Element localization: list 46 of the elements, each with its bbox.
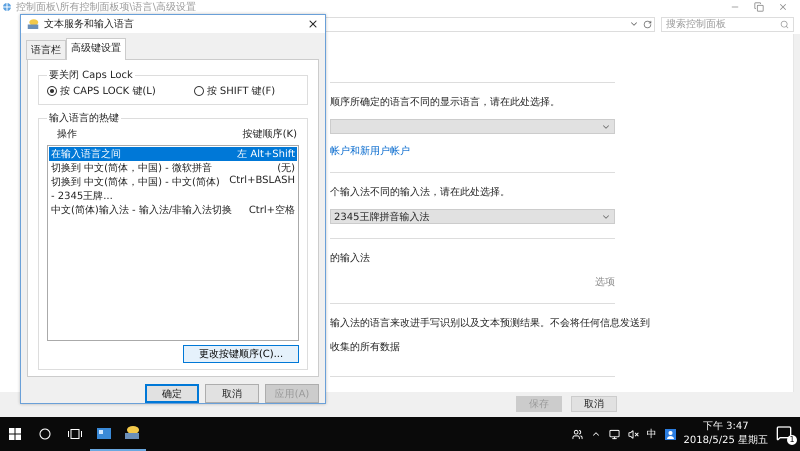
refresh-icon[interactable]: [643, 20, 652, 28]
group-title: 输入语言的热键: [48, 112, 120, 125]
change-key-sequence-button[interactable]: 更改按键顺序(C)...: [183, 345, 299, 363]
column-header: 操作: [57, 128, 77, 141]
network-icon[interactable]: [608, 428, 620, 440]
task-view-icon: [68, 429, 82, 439]
user-app-icon[interactable]: [664, 428, 676, 440]
dialog-button[interactable]: 取消: [205, 384, 259, 403]
setting-text: 个输入法不同的输入法，请在此处选择。: [330, 186, 510, 199]
group-title: 要关闭 Caps Lock: [48, 68, 134, 82]
radio-option[interactable]: 按 CAPS LOCK 键(L): [47, 84, 156, 98]
hotkey-row[interactable]: 切换到 中文(简体，中国) - 中文(简体) - 2345王牌... Ctrl+BSLASH: [49, 175, 297, 203]
setting-text: 输入法的语言来改进手写识别以及文本预测结果。不会将任何信息发送到: [330, 316, 650, 330]
ime-indicator[interactable]: 中: [646, 427, 657, 441]
radio-dot[interactable]: [47, 86, 57, 96]
windows-logo-icon: [9, 428, 21, 440]
notification-center[interactable]: 1: [776, 425, 794, 443]
radio-option[interactable]: 按 SHIFT 键(F): [194, 84, 276, 98]
tab[interactable]: 语言栏: [26, 40, 66, 60]
dropdown[interactable]: 2345王牌拼音输入法: [330, 209, 615, 224]
keyboard-bubble-icon: [27, 18, 39, 30]
hotkey-row[interactable]: 中文(简体)输入法 - 输入法/非输入法切换 Ctrl+空格: [49, 203, 297, 217]
volume-muted-icon[interactable]: [628, 428, 639, 440]
options-link[interactable]: 选项: [595, 275, 615, 289]
setting-text: 的输入法: [330, 252, 370, 265]
restore-icon[interactable]: [754, 2, 764, 12]
hotkey-row[interactable]: 在输入语言之间 左 Alt+Shift: [49, 147, 297, 161]
clock[interactable]: 下午 3:47 2018/5/25 星期五: [684, 420, 768, 448]
footer-button[interactable]: 取消: [571, 396, 617, 412]
account-link[interactable]: 帐户和新用户帐户: [330, 144, 410, 158]
close-icon[interactable]: [307, 18, 319, 30]
radio-dot[interactable]: [194, 86, 204, 96]
setting-text: 收集的所有数据: [330, 340, 400, 354]
scrollbar[interactable]: [793, 34, 800, 392]
control-panel-icon: [97, 428, 111, 438]
setting-text: 顺序所确定的语言不同的显示语言，请在此处选择。: [330, 96, 560, 109]
window-title: 控制面板\所有控制面板项\语言\高级设置: [16, 0, 198, 14]
people-icon[interactable]: [572, 428, 583, 440]
hotkey-row[interactable]: 切换到 中文(简体，中国) - 微软拼音 (无): [49, 161, 297, 175]
dialog-title: 文本服务和输入语言: [44, 18, 135, 31]
tab[interactable]: 高级键设置: [66, 38, 126, 60]
search-icon: [780, 20, 789, 28]
dialog-button[interactable]: 确定: [145, 384, 199, 403]
circle-icon: [39, 428, 51, 440]
column-header: 按键顺序(K): [242, 128, 297, 141]
keyboard-bubble-icon: [124, 426, 140, 440]
